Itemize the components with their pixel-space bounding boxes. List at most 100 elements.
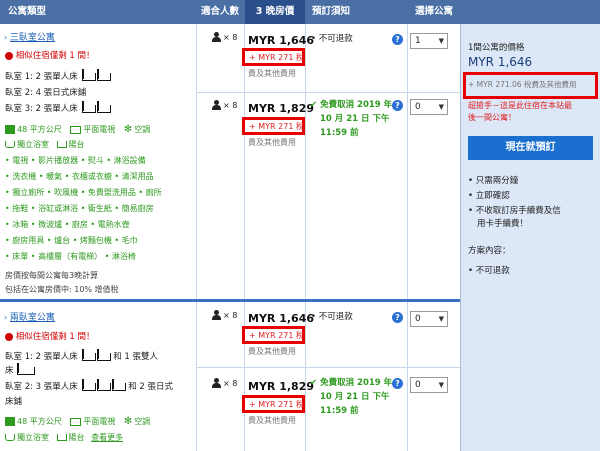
guest-count: × 8 [223,379,238,388]
col-header-price[interactable]: 3 晚房價 [245,0,305,24]
see-more-link[interactable]: 查看更多 [91,433,123,442]
bed-icon [81,378,96,391]
bedroom-3-text: 臥室 3: 2 張單人床 [5,104,78,114]
tax: + MYR 271 稅 [249,53,304,62]
sidebar-summary: 1間公寓的價格 [468,43,525,53]
balcony-text: 陽台 [68,433,85,442]
tax: + MYR 271 稅 [249,331,304,340]
bedroom-1-text: 臥室 1: 2 張單人床 [5,352,78,362]
balcony-icon [56,141,67,148]
check-icon: ✔ [310,378,318,388]
free-cancel-text: 免費取消 2019 年 [320,378,393,388]
bath-text: 獨立浴室 [17,140,49,149]
tax: + MYR 271 稅 [249,122,304,131]
bed-icon [81,348,96,361]
bed-icon [96,68,111,81]
tax-note: 費及其他費用 [248,69,296,78]
free-cancel-time: 11:59 前 [320,128,359,138]
bedroom-2: 臥室 2: 4 張日式床鋪 [5,88,87,98]
tv-text: 平面電視 [83,125,116,134]
guest-count: × 8 [223,311,238,320]
table-header: 公寓類型 適合人數 3 晚房價 預訂須知 選擇公寓 [0,0,600,24]
ac-text: 空調 [134,417,151,426]
tax: + MYR 271 稅 [249,400,304,409]
help-icon[interactable]: ? [392,34,403,45]
bed-icon [96,100,111,113]
bedroom-3: 臥室 3: 2 張單人床 [5,100,111,114]
alert-dot-icon [5,332,13,341]
quantity-select[interactable]: 0 ▼ [410,99,448,115]
amenity-line: • 拖鞋 • 浴缸或淋浴 • 衛生紙 • 簡易廚房 [5,204,154,213]
quantity-value: 0 [415,314,421,324]
sidebar-bullet-3-text: 不收取訂房手續費及信 [475,206,561,216]
help-icon[interactable]: ? [392,100,403,111]
amenity-line: • 廚房用具 • 爐台 • 烤麵包機 • 毛巾 [5,236,138,245]
quantity-select[interactable]: 0 ▼ [410,377,448,393]
policy: • 不可退款 [311,312,353,322]
person-icon [212,32,221,42]
area-text: 48 平方公尺 [17,125,62,134]
bedroom-1-extra: 和 1 張雙人 [113,352,159,362]
sidebar-bullet-1: • 只需兩分鐘 [468,176,519,186]
room-name-link[interactable]: 兩臥室公寓 [10,313,55,323]
sidebar-price: MYR 1,646 [468,55,533,69]
room-type-2: › 兩臥室公寓 [4,310,55,323]
sidebar-policy-item: • 不可退款 [468,266,510,276]
quantity-value: 0 [415,380,421,390]
facilities-row-2: 獨立浴室 陽台 [5,139,85,150]
snowflake-icon: ✻ [123,124,133,135]
divider [460,24,461,451]
bed-icon [96,348,111,361]
divider [407,24,408,451]
area-icon [5,125,15,134]
ac-text: 空調 [134,125,151,134]
urgency-message: 相似住宿僅剩 1 間！ [5,330,95,342]
bath-icon [5,434,15,441]
sidebar-policy-item-text: 不可退款 [475,266,510,276]
free-cancel-text: 免費取消 2019 年 [320,100,393,110]
bedroom-2-cont: 床鋪 [5,397,23,407]
sidebar-promo-1: 超搶手－這是此住宿在本站最 [468,101,572,110]
free-cancel: ✔ 免費取消 2019 年 [310,98,392,110]
quantity-select[interactable]: 1 ▼ [410,33,448,49]
check-icon: ✔ [310,100,318,110]
chevron-down-icon: ▼ [438,315,444,323]
col-header-type: 公寓類型 [8,6,47,17]
tv-icon [70,125,82,134]
chevron-right-icon: › [4,313,8,322]
person-icon [212,100,221,110]
sidebar-promo-2: 後一間公寓！ [468,113,516,122]
divider [196,367,460,368]
guest-count: × 8 [223,101,238,110]
urgency-text: 相似住宿僅剩 1 間！ [15,332,95,342]
amenity-line: • 電視 • 影片播放器 • 熨斗 • 淋浴設備 [5,156,146,165]
col-header-guests: 適合人數 [200,6,239,17]
tv-text: 平面電視 [83,417,116,426]
price: MYR 1,829 [248,380,315,393]
room-type-1: › 三臥室公寓 [4,30,55,43]
area-text: 48 平方公尺 [17,417,62,426]
area-icon [5,417,15,426]
price: MYR 1,829 [248,102,315,115]
sidebar-bullet-3b: 用卡手續費！ [477,219,529,229]
quantity-select[interactable]: 0 ▼ [410,311,448,327]
help-icon[interactable]: ? [392,312,403,323]
bath-icon [5,141,15,148]
guest-count: × 8 [223,33,238,42]
facilities-row-2: 獨立浴室 陽台 查看更多 [5,432,123,443]
help-icon[interactable]: ? [392,378,403,389]
amenity-line: • 獨立廁所 • 吹風機 • 免費盥洗用品 • 廁所 [5,188,162,197]
urgency-message: 相似住宿僅剩 1 間！ [5,49,95,61]
sidebar-bullet-2: • 立即確認 [468,191,510,201]
balcony-icon [56,434,67,441]
free-cancel: ✔ 免費取消 2019 年 [310,376,392,388]
room-name-link[interactable]: 三臥室公寓 [10,33,55,43]
amenity-line: • 洗衣機 • 暖氣 • 衣櫃或衣櫥 • 清潔用品 [5,172,154,181]
book-now-button[interactable]: 現在就預訂 [468,136,593,160]
divider [196,92,460,93]
free-cancel-date: 10 月 21 日 下午 [320,392,390,402]
bedroom-1-cont: 床 [5,362,36,376]
snowflake-icon: ✻ [123,416,133,427]
divider [196,24,197,451]
policy: • 不可退款 [311,34,353,44]
